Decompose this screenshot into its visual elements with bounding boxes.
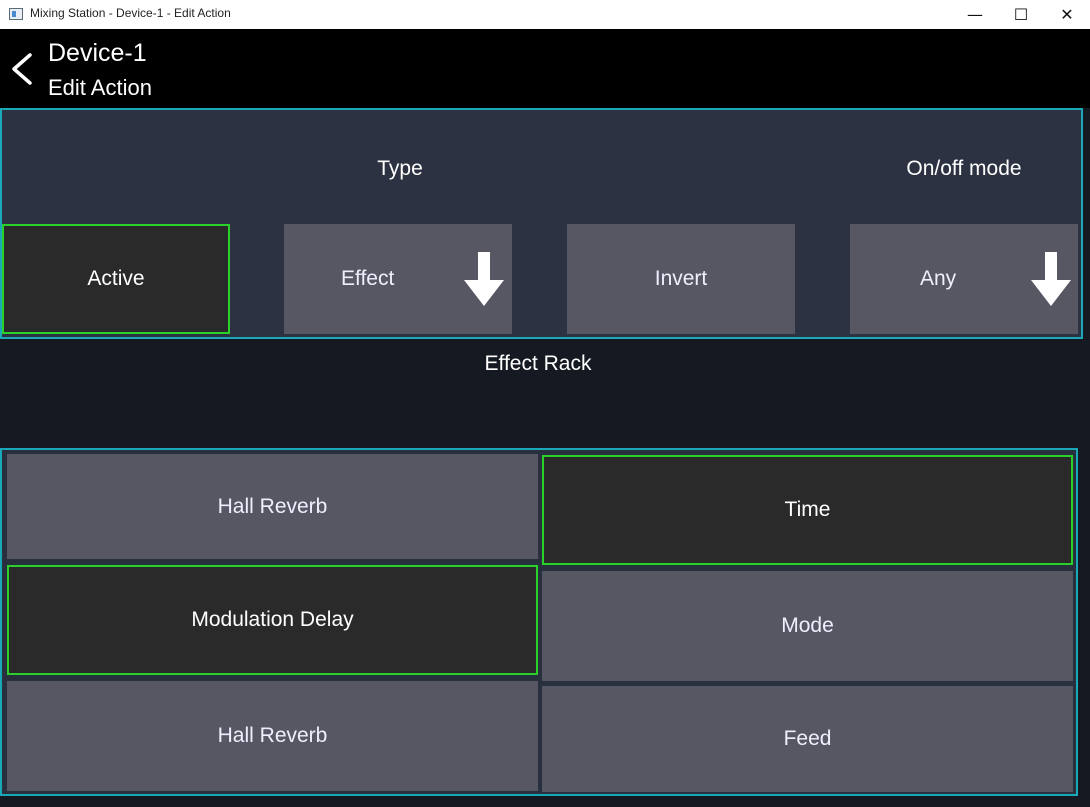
parameter-mode-button[interactable]: Mode [542, 571, 1073, 681]
onoff-mode-value: Any [920, 267, 957, 290]
page-subtitle: Edit Action [48, 75, 152, 100]
parameter-label: Time [784, 498, 831, 521]
invert-label: Invert [654, 267, 708, 290]
device-title: Device-1 [48, 39, 147, 67]
onoff-mode-dropdown[interactable]: Any [850, 224, 1078, 334]
effect-rack-panel: Hall Reverb Modulation Delay Hall Reverb… [0, 448, 1078, 796]
type-label: Type [377, 157, 423, 180]
back-button[interactable] [8, 47, 40, 91]
rack-slot-label: Hall Reverb [217, 724, 328, 747]
parameter-feed-button[interactable]: Feed [542, 686, 1073, 792]
window-title: Mixing Station - Device-1 - Edit Action [30, 6, 231, 20]
type-value: Effect [341, 267, 395, 290]
app-icon [9, 8, 23, 20]
close-button[interactable]: ✕ [1044, 0, 1090, 29]
invert-button[interactable]: Invert [567, 224, 795, 334]
type-dropdown[interactable]: Effect [284, 224, 512, 334]
active-toggle-button[interactable]: Active [2, 224, 230, 334]
dropdown-arrow-icon [464, 252, 504, 306]
minimize-button[interactable]: — [952, 0, 998, 29]
maximize-button[interactable]: ☐ [998, 0, 1044, 29]
effect-rack-label: Effect Rack [484, 352, 592, 375]
app-header: Device-1 Edit Action [0, 29, 1090, 108]
back-arrow-icon [12, 53, 32, 85]
action-settings-panel: Type On/off mode Active Effect Invert An… [0, 108, 1083, 339]
onoff-mode-label: On/off mode [906, 157, 1022, 180]
rack-slot-1-button[interactable]: Hall Reverb [7, 454, 538, 559]
parameter-label: Feed [783, 727, 832, 750]
parameter-time-button[interactable]: Time [542, 455, 1073, 565]
dropdown-arrow-icon [1031, 252, 1071, 306]
rack-slot-2-button[interactable]: Modulation Delay [7, 565, 538, 675]
active-label: Active [87, 267, 145, 290]
rack-slot-label: Modulation Delay [191, 608, 354, 631]
window-titlebar: Mixing Station - Device-1 - Edit Action … [0, 0, 1090, 29]
rack-slot-label: Hall Reverb [217, 494, 328, 518]
parameter-label: Mode [781, 614, 834, 637]
rack-slot-3-button[interactable]: Hall Reverb [7, 681, 538, 791]
